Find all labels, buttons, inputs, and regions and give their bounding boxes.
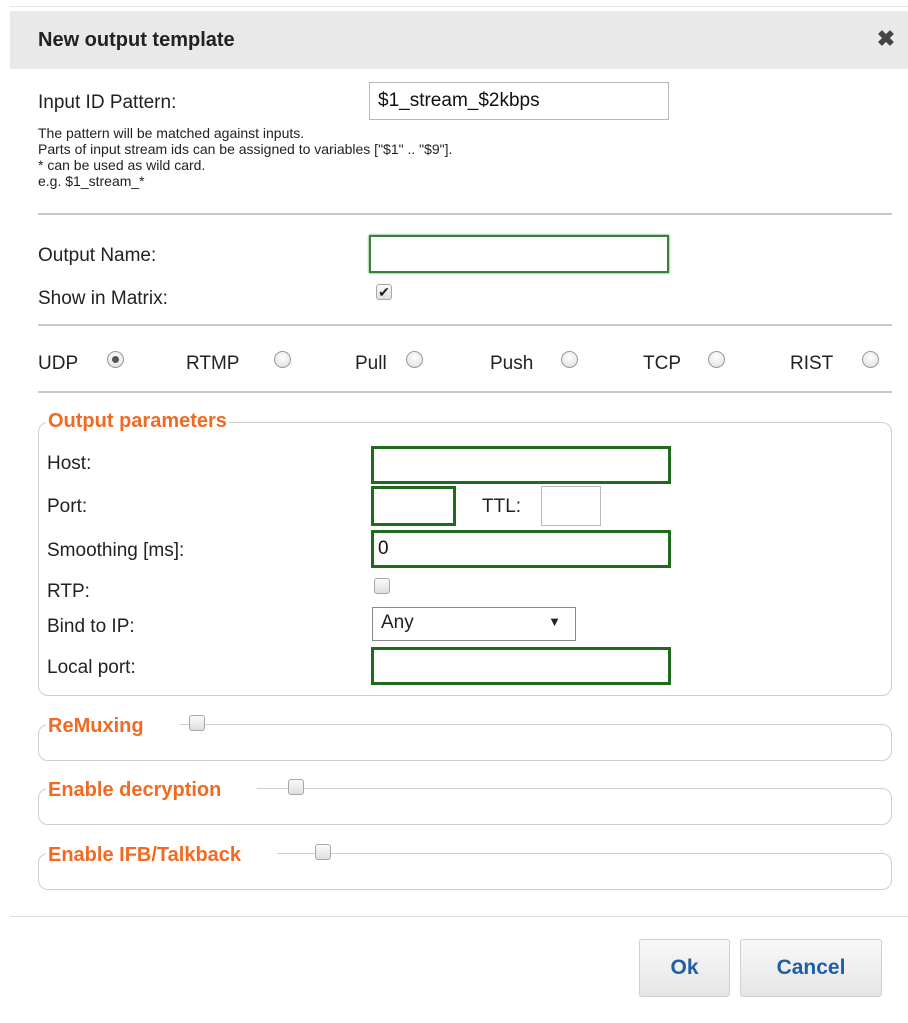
rtp-checkbox[interactable] bbox=[374, 578, 390, 594]
top-divider bbox=[10, 6, 908, 7]
decryption-legend: Enable decryption bbox=[46, 779, 258, 802]
protocol-tcp-label: TCP bbox=[643, 353, 681, 374]
help-line: * can be used as wild card. bbox=[38, 157, 206, 173]
output-name-field[interactable] bbox=[369, 235, 669, 273]
ok-button[interactable]: Ok bbox=[639, 939, 730, 997]
close-icon[interactable]: ✖ bbox=[874, 25, 898, 53]
dialog-title: New output template bbox=[38, 29, 235, 51]
local-port-field[interactable] bbox=[371, 647, 671, 685]
input-id-pattern-field[interactable] bbox=[369, 82, 669, 120]
protocol-rist-radio[interactable] bbox=[862, 351, 879, 368]
help-line: The pattern will be matched against inpu… bbox=[38, 125, 305, 141]
help-line: Parts of input stream ids can be assigne… bbox=[38, 141, 453, 157]
divider bbox=[38, 213, 892, 215]
ttl-field[interactable] bbox=[541, 486, 601, 526]
smoothing-field[interactable] bbox=[371, 530, 671, 568]
cancel-button[interactable]: Cancel bbox=[740, 939, 882, 997]
protocol-rtmp-label: RTMP bbox=[186, 353, 240, 374]
protocol-udp-label: UDP bbox=[38, 353, 79, 374]
output-parameters-legend: Output parameters bbox=[46, 410, 229, 433]
protocol-pull-label: Pull bbox=[355, 353, 387, 374]
bind-to-ip-value: Any bbox=[381, 612, 414, 633]
remuxing-legend: ReMuxing bbox=[46, 715, 180, 738]
local-port-label: Local port: bbox=[47, 657, 136, 678]
ttl-label: TTL: bbox=[482, 496, 522, 517]
bind-to-ip-select[interactable]: Any ▼ bbox=[372, 607, 576, 641]
ifb-checkbox[interactable] bbox=[315, 844, 331, 860]
show-in-matrix-label: Show in Matrix: bbox=[38, 288, 168, 309]
protocol-push-label: Push bbox=[490, 353, 534, 374]
dialog-titlebar: New output template ✖ bbox=[10, 11, 908, 69]
show-in-matrix-checkbox[interactable]: ✔ bbox=[376, 284, 392, 300]
protocol-rist-label: RIST bbox=[790, 353, 834, 374]
footer-divider bbox=[10, 916, 908, 917]
protocol-rtmp-radio[interactable] bbox=[274, 351, 291, 368]
input-id-pattern-label: Input ID Pattern: bbox=[38, 92, 177, 113]
host-label: Host: bbox=[47, 453, 92, 474]
bind-to-ip-label: Bind to IP: bbox=[47, 616, 135, 637]
rtp-label: RTP: bbox=[47, 581, 90, 602]
ifb-legend: Enable IFB/Talkback bbox=[46, 844, 278, 867]
protocol-pull-radio[interactable] bbox=[406, 351, 423, 368]
smoothing-label: Smoothing [ms]: bbox=[47, 540, 185, 561]
decryption-checkbox[interactable] bbox=[288, 779, 304, 795]
host-field[interactable] bbox=[371, 446, 671, 484]
protocol-push-radio[interactable] bbox=[561, 351, 578, 368]
help-line: e.g. $1_stream_* bbox=[38, 173, 145, 189]
remuxing-checkbox[interactable] bbox=[189, 715, 205, 731]
divider bbox=[38, 324, 892, 326]
chevron-down-icon: ▼ bbox=[548, 614, 561, 629]
port-field[interactable] bbox=[371, 486, 456, 526]
output-name-label: Output Name: bbox=[38, 245, 157, 266]
protocol-udp-radio[interactable] bbox=[107, 351, 124, 368]
divider bbox=[38, 391, 892, 393]
protocol-tcp-radio[interactable] bbox=[708, 351, 725, 368]
port-label: Port: bbox=[47, 496, 88, 517]
input-id-help-text: The pattern will be matched against inpu… bbox=[38, 125, 452, 189]
